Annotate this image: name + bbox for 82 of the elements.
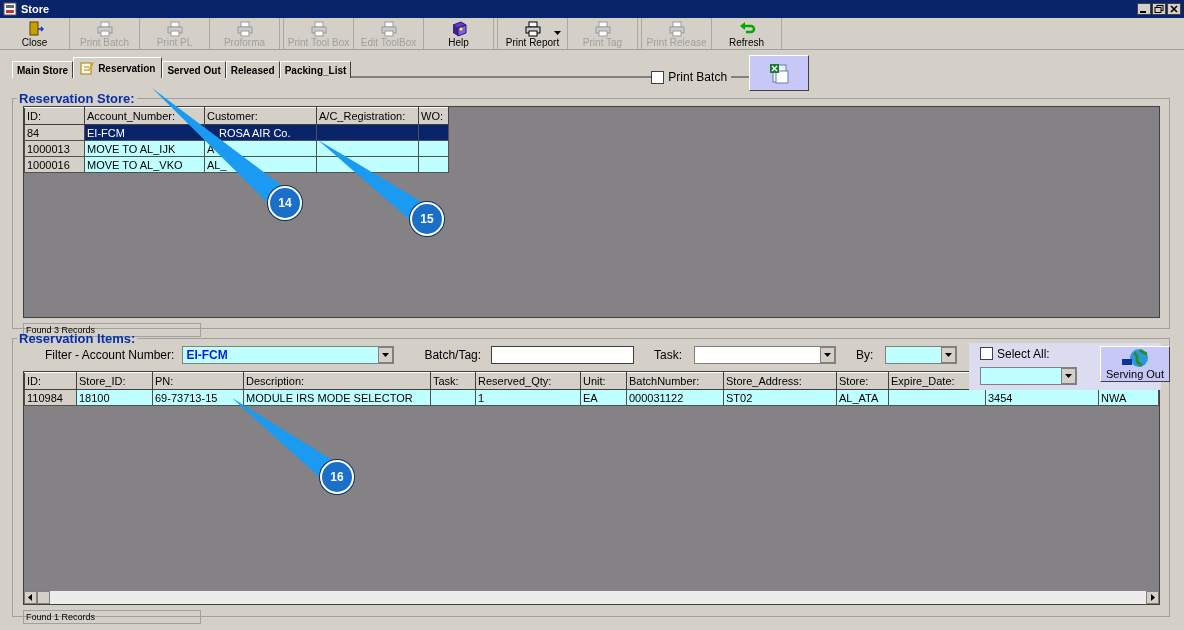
checkbox[interactable]: Select All: bbox=[980, 347, 1088, 360]
table-cell: ST02 bbox=[726, 391, 753, 404]
printer-icon bbox=[235, 19, 254, 37]
dropdown-field[interactable] bbox=[885, 346, 958, 364]
checkbox[interactable]: Print Batch bbox=[651, 70, 728, 84]
tab[interactable]: Main Store bbox=[12, 61, 74, 78]
notepad-icon bbox=[80, 61, 95, 75]
field-label: Batch/Tag: bbox=[424, 348, 482, 362]
scroll-thumb[interactable] bbox=[37, 591, 50, 604]
column-header: Store: bbox=[836, 372, 889, 390]
column-header: Customer: bbox=[204, 107, 317, 125]
printer-icon bbox=[309, 19, 328, 37]
table-cell: 69-73713-15 bbox=[155, 391, 218, 404]
table-cell: MOVE TO AL_IJK bbox=[87, 142, 176, 155]
column-header: Store_ID: bbox=[76, 372, 153, 390]
printer-icon bbox=[667, 19, 686, 37]
printer-icon bbox=[165, 19, 184, 37]
dropdown-field[interactable]: EI-FCM bbox=[182, 346, 395, 364]
table-cell: 84 bbox=[27, 126, 40, 139]
table-cell: AL_ bbox=[207, 158, 227, 171]
status-text: Found 1 Records bbox=[23, 610, 201, 624]
toolbar-button[interactable]: Help bbox=[424, 18, 494, 49]
column-header: WO: bbox=[418, 107, 449, 125]
field-label: By: bbox=[856, 348, 874, 362]
printer-icon bbox=[379, 19, 398, 37]
printer-icon bbox=[95, 19, 114, 37]
table-cell: EI-FCM bbox=[87, 126, 125, 139]
toolbar-button[interactable]: Close bbox=[0, 18, 70, 49]
horizontal-scrollbar[interactable] bbox=[24, 591, 1159, 604]
dropdown-field[interactable] bbox=[694, 346, 837, 364]
scroll-left-icon[interactable] bbox=[24, 591, 37, 604]
table-cell: NWA bbox=[1101, 391, 1127, 404]
scroll-right-icon[interactable] bbox=[1146, 591, 1159, 604]
table-cell: 3454 bbox=[988, 391, 1013, 404]
spreadsheet-icon bbox=[768, 62, 791, 84]
column-header: BatchNumber: bbox=[626, 372, 724, 390]
field-label: Filter - Account Number: bbox=[45, 348, 175, 362]
tab[interactable]: Served Out bbox=[162, 61, 226, 78]
column-header: Task: bbox=[430, 372, 476, 390]
field-label: Task: bbox=[654, 348, 683, 362]
column-header: ID: bbox=[24, 107, 85, 125]
column-header: ID: bbox=[24, 372, 77, 390]
table-cell: 000031122 bbox=[629, 391, 684, 404]
dropdown-field[interactable] bbox=[980, 367, 1077, 385]
column-header: Store_Address: bbox=[723, 372, 837, 390]
export-button[interactable] bbox=[749, 55, 810, 91]
window-title: Store bbox=[21, 3, 51, 15]
table-cell: 1000013 bbox=[27, 142, 70, 155]
column-header: A/C_Registration: bbox=[316, 107, 419, 125]
table-cell: 1 bbox=[478, 391, 485, 404]
printer-icon bbox=[523, 19, 542, 37]
table-cell: A bbox=[207, 142, 215, 155]
toolbar-button[interactable]: Refresh bbox=[712, 18, 782, 49]
dropdown-button[interactable]: Print Report bbox=[498, 18, 568, 49]
table-cell: 1000016 bbox=[27, 158, 70, 171]
column-header: PN: bbox=[152, 372, 244, 390]
restore-icon[interactable] bbox=[1152, 3, 1166, 15]
table-row[interactable]: 84 EI-FCM ROSA AIR Co. bbox=[24, 124, 449, 141]
column-header: Unit: bbox=[580, 372, 627, 390]
minimize-icon[interactable] bbox=[1137, 3, 1151, 15]
table-row[interactable]: 110984 18100 69-73713-15 MODULE IRS MODE SELECTOR 1 EA 000031122 ST02 AL_ATA 3454 NWA bbox=[24, 389, 1159, 406]
table-cell: MOVE TO AL_VKO bbox=[87, 158, 183, 171]
section-title: Reservation Store: bbox=[18, 91, 136, 106]
table-cell: EA bbox=[583, 391, 598, 404]
app-icon bbox=[3, 2, 17, 16]
table-cell: MODULE IRS MODE SELECTOR bbox=[246, 391, 413, 404]
printer-icon bbox=[593, 19, 612, 37]
tab[interactable]: Released bbox=[225, 61, 280, 78]
column-header: Description: bbox=[243, 372, 431, 390]
table-cell: AL_ATA bbox=[839, 391, 879, 404]
serving-out-button[interactable]: Serving Out bbox=[1100, 346, 1170, 382]
globe-icon bbox=[1120, 348, 1150, 368]
column-header: Reserved_Qty: bbox=[475, 372, 581, 390]
tab[interactable]: Packing_List bbox=[279, 61, 352, 78]
table-row[interactable]: 1000013 MOVE TO AL_IJK A bbox=[24, 140, 449, 157]
text-field[interactable] bbox=[491, 346, 635, 364]
column-header: Account_Number: bbox=[84, 107, 205, 125]
tab[interactable]: Reservation bbox=[73, 57, 163, 78]
table-cell: 110984 bbox=[27, 391, 63, 404]
table-cell-text: ROSA AIR Co. bbox=[218, 126, 291, 139]
table-cell: 18100 bbox=[79, 391, 110, 404]
close-icon[interactable] bbox=[1167, 3, 1181, 15]
